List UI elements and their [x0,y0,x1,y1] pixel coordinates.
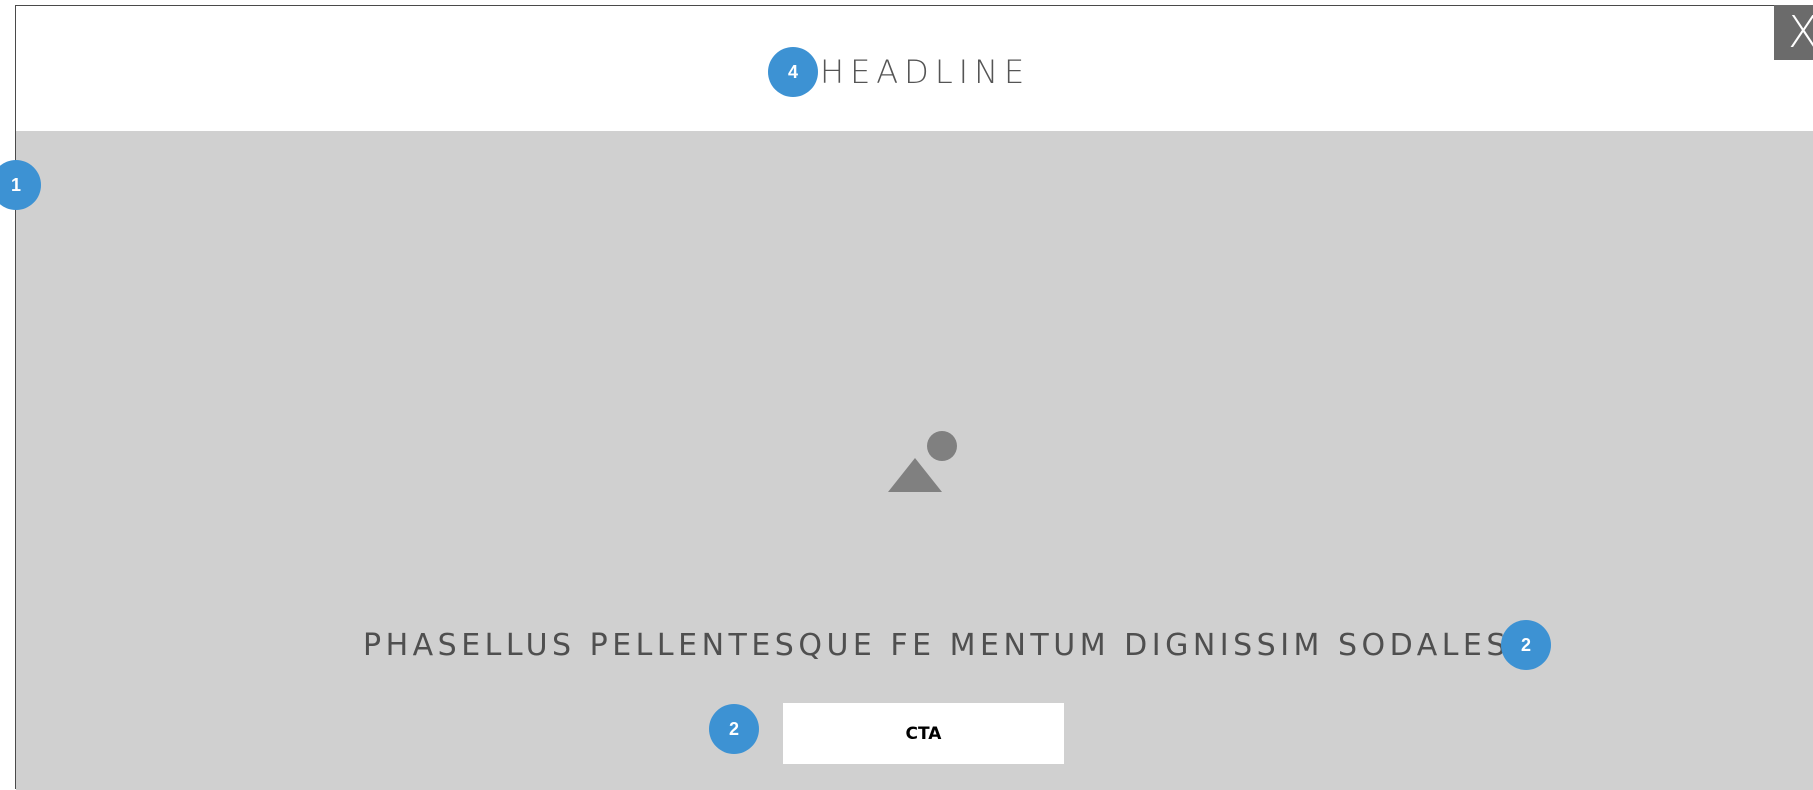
close-icon[interactable]: X [1774,5,1813,60]
hero-tagline: PHASELLUS PELLENTESQUE FE MENTUM DIGNISS… [363,628,1524,663]
annotation-badge-cta: 2 [709,704,759,754]
page-title: HEADLINE [820,53,1031,91]
annotation-badge-tagline: 2 [1501,620,1551,670]
annotation-badge-headline: 4 [768,47,818,97]
cta-button[interactable]: CTA [783,703,1064,764]
modal [15,5,1813,790]
image-placeholder-icon [888,431,957,492]
